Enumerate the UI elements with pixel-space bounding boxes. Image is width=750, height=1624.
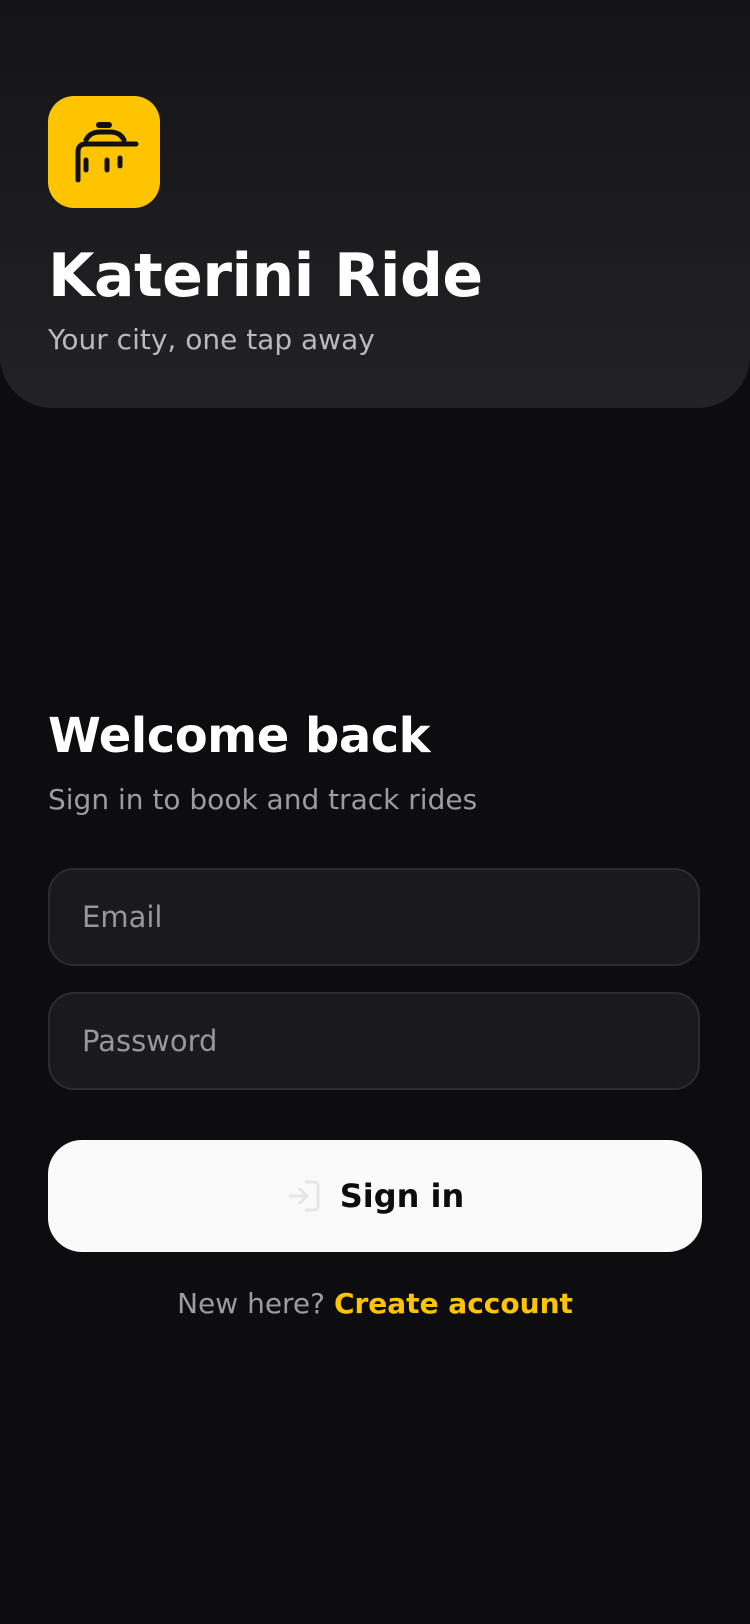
app-tagline: Your city, one tap away [48,323,375,356]
sign-in-label: Sign in [339,1177,465,1215]
create-account-row: New here? Create account [0,1284,750,1324]
app-header: Katerini Ride Your city, one tap away [0,0,750,408]
sign-in-icon [286,1178,322,1214]
app-title: Katerini Ride [48,241,483,311]
welcome-heading: Welcome back [48,708,431,764]
email-input[interactable] [48,868,700,966]
welcome-subtitle: Sign in to book and track rides [48,783,478,816]
new-here-text: New here? [177,1287,326,1320]
create-account-link[interactable]: Create account [334,1287,573,1320]
password-input[interactable] [48,992,700,1090]
sign-in-button[interactable]: Sign in [48,1140,702,1252]
taxi-icon [75,122,139,183]
app-logo [48,96,160,208]
